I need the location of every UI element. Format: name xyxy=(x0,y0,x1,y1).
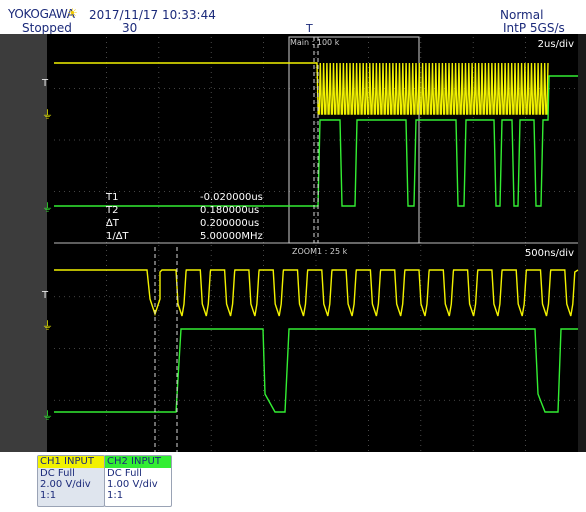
cursor-readout: T1 -0.020000us T2 0.180000us ∆T 0.200000… xyxy=(105,192,263,242)
cursor-name: T1 xyxy=(105,192,118,203)
trigger-level-marker-main: T xyxy=(41,78,49,89)
ch1-input-panel[interactable]: CH1 INPUT DC Full 2.00 V/div 1:1 xyxy=(37,455,105,507)
status-bar: YOKOGAWA ☀ 2017/11/17 10:33:44 Stopped 3… xyxy=(0,0,586,35)
ch2-ground-marker-main: ⏚ xyxy=(42,201,53,214)
cursor-name: ∆T xyxy=(105,218,120,229)
cursor-lines xyxy=(154,37,319,452)
sample-rate: IntP 5GS/s xyxy=(503,21,565,35)
scope-canvas[interactable]: T T ⏚ ⏚ ⏚ ⏚ Main : 100 k 2us/div ZOOM1 :… xyxy=(0,34,586,452)
cursor-value: -0.020000us xyxy=(200,192,263,203)
ch1-title: CH1 INPUT xyxy=(38,456,104,468)
brand-logo: YOKOGAWA xyxy=(8,7,75,21)
acquisition-count: 30 xyxy=(122,21,138,35)
zoom-window-label: ZOOM1 : 25 k xyxy=(292,247,348,256)
ch2-coupling: DC Full xyxy=(107,468,142,479)
ch1-ground-marker-zoom: ⏚ xyxy=(42,319,53,332)
main-timebase: 2us/div xyxy=(538,39,574,50)
ch2-input-panel[interactable]: CH2 INPUT DC Full 1.00 V/div 1:1 xyxy=(104,455,172,507)
ch1-scale: 2.00 V/div xyxy=(40,479,91,490)
ch1-ground-marker-main: ⏚ xyxy=(42,108,53,121)
ch2-title: CH2 INPUT xyxy=(105,456,171,468)
ch2-probe: 1:1 xyxy=(107,490,124,501)
datetime: 2017/11/17 10:33:44 xyxy=(89,8,216,22)
main-window-label: Main : 100 k xyxy=(290,38,340,47)
cursor-name: 1/∆T xyxy=(106,231,129,242)
trigger-level-marker-zoom: T xyxy=(41,290,49,301)
cursor-value: 5.00000MHz xyxy=(200,231,263,242)
ch2-ground-marker-zoom: ⏚ xyxy=(42,409,53,422)
cursor-value: 0.200000us xyxy=(200,218,259,229)
cursor-name: T2 xyxy=(105,205,118,216)
acquisition-status: Stopped xyxy=(22,21,72,35)
cursor-value: 0.180000us xyxy=(200,205,259,216)
ch2-scale: 1.00 V/div xyxy=(107,479,158,490)
sun-icon: ☀ xyxy=(67,6,78,20)
zoom-timebase: 500ns/div xyxy=(525,248,574,259)
ch1-trace-main xyxy=(54,62,549,115)
ch1-trace-zoom xyxy=(54,269,579,317)
ch1-probe: 1:1 xyxy=(40,490,57,501)
trigger-mode: Normal xyxy=(500,8,544,22)
ch1-coupling: DC Full xyxy=(40,468,75,479)
